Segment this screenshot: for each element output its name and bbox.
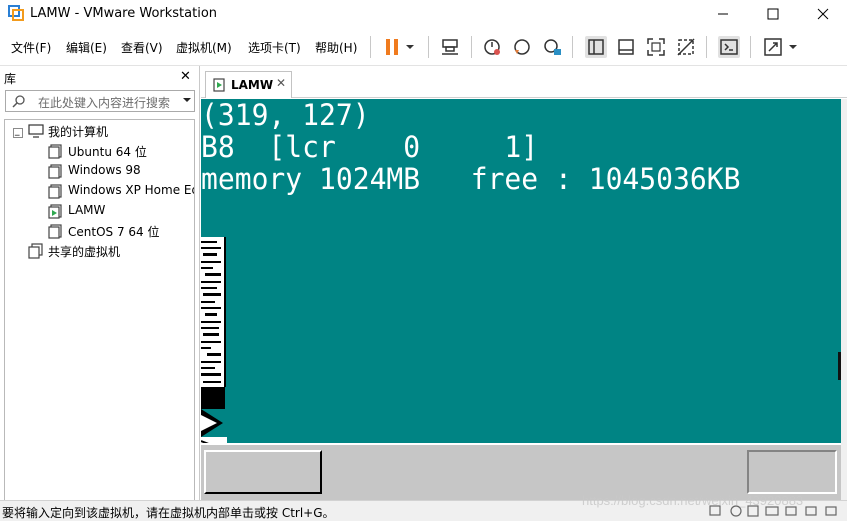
vm-icon (48, 224, 62, 239)
toolbar-separator (428, 36, 429, 58)
maximize-button[interactable] (750, 0, 796, 28)
title-bar: LAMW - VMware Workstation (0, 0, 847, 28)
hard-disk-icon (709, 505, 721, 516)
console-margin (841, 99, 847, 500)
minimize-button[interactable] (700, 0, 746, 28)
scrollbar-thumb[interactable] (838, 352, 841, 380)
menu-vm[interactable]: 虚拟机(M) (176, 39, 232, 56)
menu-edit[interactable]: 编辑(E) (66, 39, 107, 56)
toolbar-separator (370, 36, 371, 58)
tree-label: 共享的虚拟机 (48, 245, 121, 259)
tree-label: Windows 98 (68, 163, 141, 177)
guest-start-button[interactable] (204, 450, 322, 494)
tree-label: Windows XP Home Ed (68, 183, 195, 197)
network-icon (765, 506, 779, 516)
close-button[interactable] (800, 0, 846, 28)
tree-label: LAMW (68, 203, 106, 217)
chevron-down-icon[interactable] (182, 95, 192, 105)
thumbnail-view-icon[interactable] (615, 36, 637, 58)
cd-rom-icon (730, 505, 742, 517)
toolbar-separator (706, 36, 707, 58)
tab-strip: LAMW ✕ (201, 66, 847, 98)
console-line: B8 [lcr 0 1] (201, 129, 539, 165)
console-line: memory 1024MB free : 1045036KB (201, 161, 741, 197)
vm-icon (48, 144, 62, 159)
library-panel: 库 ✕ 在此处键入内容进行搜索 我的计算机 Ubuntu 64 位 Window… (0, 66, 200, 521)
stretch-icon[interactable] (762, 36, 784, 58)
device-status-icons (709, 505, 837, 517)
library-title: 库 (4, 72, 17, 86)
tree-label: Ubuntu 64 位 (68, 145, 147, 159)
guest-taskbar (201, 443, 841, 500)
vm-tree: 我的计算机 Ubuntu 64 位 Windows 98 Windows XP … (4, 119, 195, 521)
tab-label: LAMW (231, 78, 274, 92)
menu-tabs[interactable]: 选项卡(T) (248, 39, 301, 56)
vmware-icon (8, 5, 24, 21)
close-icon[interactable]: ✕ (180, 69, 191, 84)
console-icon[interactable] (718, 36, 740, 58)
toolbar-separator (750, 36, 751, 58)
tree-label: CentOS 7 64 位 (68, 225, 160, 239)
menu-toolbar: 文件(F) 编辑(E) 查看(V) 虚拟机(M) 选项卡(T) 帮助(H) (0, 28, 847, 66)
menu-file[interactable]: 文件(F) (11, 39, 51, 56)
library-view-icon[interactable] (585, 36, 607, 58)
minus-icon (14, 134, 20, 136)
vm-icon (48, 184, 62, 199)
menu-view[interactable]: 查看(V) (121, 39, 163, 56)
window-title: LAMW - VMware Workstation (30, 6, 218, 21)
library-header: 库 ✕ (0, 66, 200, 88)
chevron-down-icon[interactable] (786, 36, 800, 58)
vm-console[interactable]: (319, 127) B8 [lcr 0 1] memory 1024MB fr… (201, 99, 841, 500)
guest-tray-area (747, 450, 837, 494)
snapshot-manager-icon[interactable] (541, 36, 563, 58)
chevron-down-icon[interactable] (402, 36, 418, 58)
toolbar-separator (572, 36, 573, 58)
vm-icon (48, 164, 62, 179)
tab-lamw[interactable]: LAMW ✕ (205, 71, 292, 98)
send-keys-icon[interactable] (439, 36, 461, 58)
shared-vm-icon (28, 243, 43, 259)
computer-icon (28, 124, 44, 138)
revert-snapshot-icon[interactable] (511, 36, 533, 58)
tree-label: 我的计算机 (48, 125, 109, 139)
snapshot-icon[interactable] (481, 36, 503, 58)
fullscreen-icon[interactable] (645, 36, 667, 58)
vm-running-icon (48, 204, 62, 219)
unity-icon[interactable] (675, 36, 697, 58)
vm-running-icon (213, 78, 225, 92)
collapse-toggle[interactable] (13, 128, 23, 138)
taskbar-top-border (201, 443, 841, 445)
console-line: (319, 127) (201, 99, 370, 133)
toolbar-separator (471, 36, 472, 58)
floppy-icon (747, 505, 759, 517)
pause-icon[interactable] (381, 36, 403, 58)
search-input[interactable]: 在此处键入内容进行搜索 (5, 90, 195, 112)
menu-help[interactable]: 帮助(H) (315, 39, 357, 56)
display-icon (825, 506, 837, 516)
search-icon (12, 95, 25, 108)
status-text: 要将输入定向到该虚拟机，请在虚拟机内部单击或按 Ctrl+G。 (2, 506, 335, 520)
search-placeholder: 在此处键入内容进行搜索 (38, 96, 171, 110)
usb-icon (785, 506, 797, 516)
close-icon[interactable]: ✕ (276, 76, 286, 90)
sound-icon (805, 506, 817, 516)
